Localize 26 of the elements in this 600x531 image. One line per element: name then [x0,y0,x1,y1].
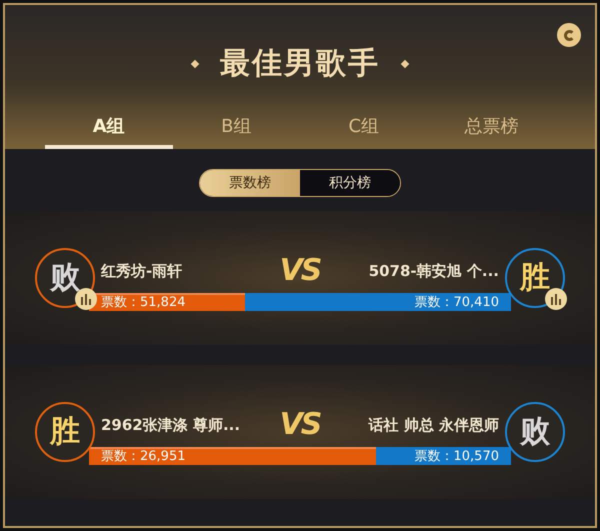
vs-logo: VS [280,410,320,440]
refresh-icon[interactable] [557,23,581,47]
avatar[interactable]: 败 [35,248,95,308]
vote-count: 票数：26,951 [101,450,186,462]
vs-logo: VS [280,256,320,286]
group-tab[interactable]: A组 [45,107,172,149]
avatar[interactable]: 败 [505,402,565,462]
avatar[interactable]: 胜 [505,248,565,308]
player-name: 2962张津涤 尊师... [101,414,242,436]
group-tab[interactable]: 总票榜 [428,107,555,149]
page-title: 最佳男歌手 [220,45,380,83]
result-label: 胜 [520,263,550,293]
player-name: 5078-韩安旭 个... [368,260,499,282]
group-tab[interactable]: C组 [300,107,428,149]
result-label: 胜 [50,417,80,447]
vote-count: 票数：51,824 [101,296,186,308]
group-tab[interactable]: B组 [172,107,300,149]
result-label: 败 [50,263,80,293]
avatar[interactable]: 胜 [35,402,95,462]
player-name: 话社 帅总 永伴恩师 [367,414,499,436]
vote-count: 票数：10,570 [414,450,499,462]
ranking-tab[interactable]: 票数榜 [200,170,300,196]
player-name: 红秀坊-雨轩 [101,260,184,282]
ranking-tab[interactable]: 积分榜 [300,170,400,196]
vote-count: 票数：70,410 [414,296,499,308]
result-label: 败 [520,417,550,447]
